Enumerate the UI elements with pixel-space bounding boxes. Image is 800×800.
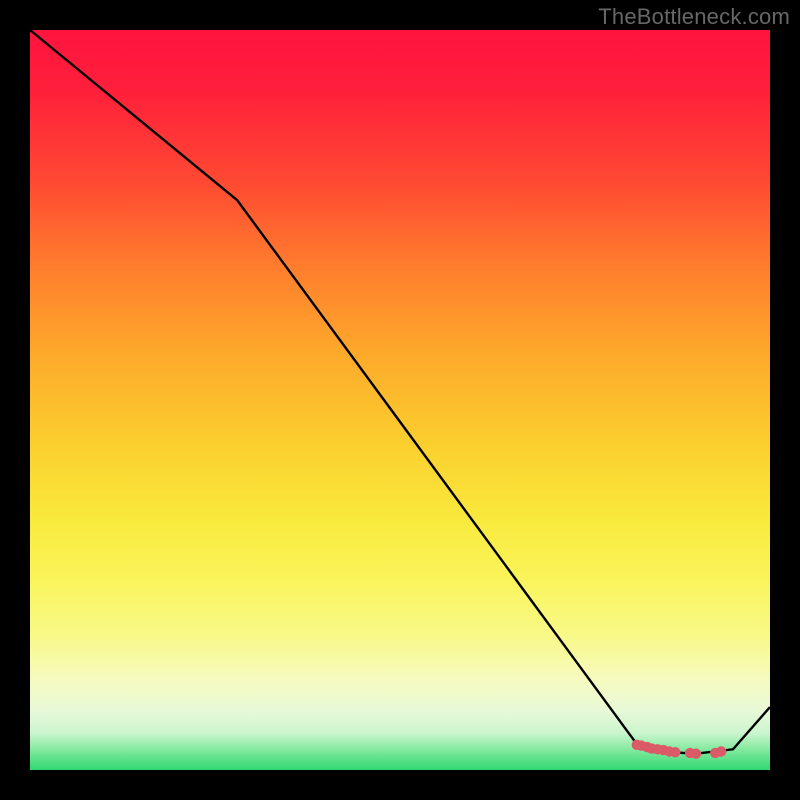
plot-svg (30, 30, 770, 770)
chart-frame: TheBottleneck.com (0, 0, 800, 800)
marker-dot (670, 747, 680, 757)
series-curve (30, 30, 770, 754)
marker-dot (691, 749, 701, 759)
plot-area (30, 30, 770, 770)
marker-cluster (632, 740, 727, 759)
marker-dot (716, 746, 726, 756)
watermark-text: TheBottleneck.com (598, 4, 790, 30)
